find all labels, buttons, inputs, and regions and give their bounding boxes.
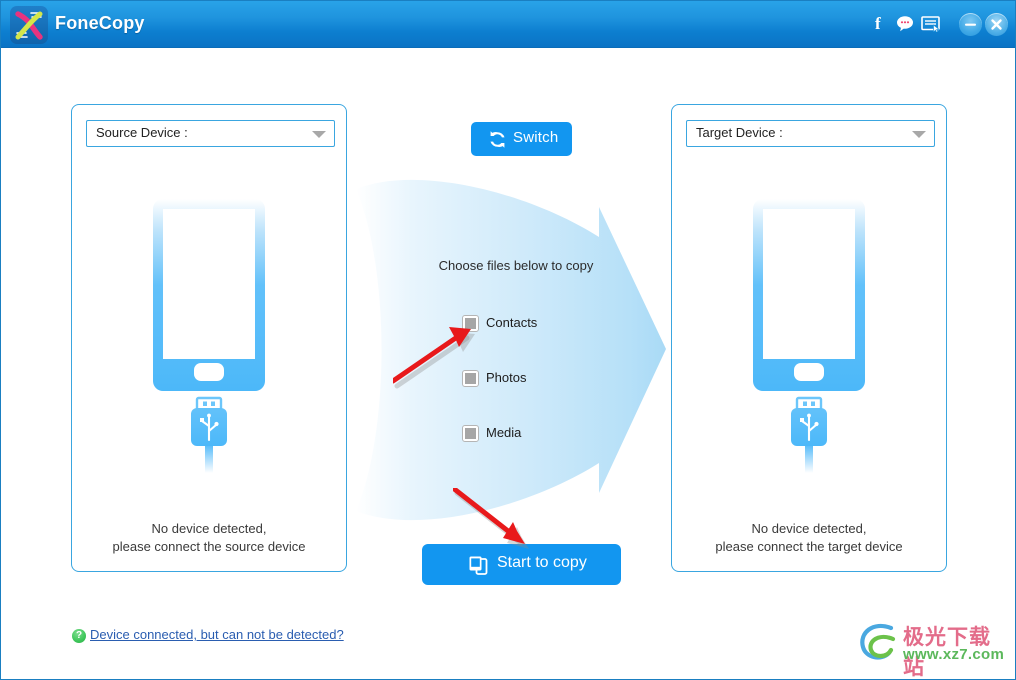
swirl-logo-icon xyxy=(860,623,896,660)
checkbox-contacts[interactable] xyxy=(462,315,479,332)
chat-bubble-icon[interactable] xyxy=(896,15,914,32)
question-mark-glyph: ? xyxy=(75,630,83,641)
start-to-copy-label: Start to copy xyxy=(497,554,587,571)
file-type-label-photos: Photos xyxy=(486,370,527,385)
large-right-arrow-icon xyxy=(356,179,666,521)
switch-button-label: Switch xyxy=(513,129,559,146)
target-device-panel: Target Device : No device detected, plea… xyxy=(671,104,947,572)
app-title: FoneCopy xyxy=(55,13,145,33)
two-devices-copy-icon xyxy=(469,556,488,575)
chevron-down-icon xyxy=(312,131,326,138)
target-status-line-1: No device detected, xyxy=(751,521,867,536)
fonecopy-window: FoneCopy f Source Device: No device det… xyxy=(0,0,1016,680)
refresh-circular-arrows-icon xyxy=(490,131,505,148)
source-status-line-2: please connect the source device xyxy=(112,539,306,554)
checkbox-media[interactable] xyxy=(462,425,479,442)
target-status-line-2: please connect the target device xyxy=(715,539,903,554)
facebook-icon[interactable]: f xyxy=(871,14,887,33)
source-device-panel: Source Device : No device detected, plea… xyxy=(71,104,347,572)
choose-files-label: Choose files below to copy xyxy=(438,258,594,273)
title-bar: FoneCopy f xyxy=(1,1,1015,48)
question-mark-icon: ? xyxy=(72,629,86,643)
help-link-label: Device connected, but can not be detecte… xyxy=(90,627,344,642)
source-device-dropdown-label: Source Device : xyxy=(96,125,188,140)
source-device-dropdown[interactable]: Source Device : xyxy=(86,120,335,147)
smartphone-icon xyxy=(753,199,865,473)
source-status-line-1: No device detected, xyxy=(151,521,267,536)
red-arrow-to-contacts xyxy=(393,327,475,389)
switch-button[interactable]: Switch xyxy=(471,122,572,156)
source-device-status: No device detected, please connect the s… xyxy=(72,520,346,556)
chevron-down-icon xyxy=(912,131,926,138)
watermark-url-text: www.xz7.com xyxy=(903,646,1005,663)
minimize-button[interactable] xyxy=(959,13,982,36)
svg-text:f: f xyxy=(875,14,881,32)
start-to-copy-button[interactable]: Start to copy xyxy=(422,544,621,585)
feedback-form-icon[interactable] xyxy=(921,15,941,33)
file-type-label-contacts: Contacts xyxy=(486,315,538,330)
checkbox-photos[interactable] xyxy=(462,370,479,387)
close-button[interactable] xyxy=(985,13,1008,36)
target-device-dropdown[interactable]: Target Device : xyxy=(686,120,935,147)
target-device-status: No device detected, please connect the t… xyxy=(672,520,946,556)
smartphone-icon xyxy=(153,199,265,473)
site-watermark: 极光下载站 www.xz7.com xyxy=(857,619,1007,679)
watermark-cn-text: 极光下载站 xyxy=(903,625,991,679)
dna-helix-logo-icon xyxy=(10,6,48,44)
file-type-label-media: Media xyxy=(486,425,522,440)
target-device-dropdown-label: Target Device : xyxy=(696,125,783,140)
